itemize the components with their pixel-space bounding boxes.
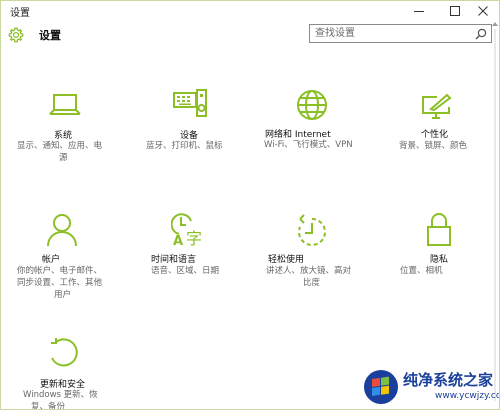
laptop-icon	[49, 94, 81, 115]
svg-text:A: A	[173, 234, 183, 247]
close-button[interactable]	[467, 1, 499, 21]
tile-network-desc: Wi-Fi、飞行模式、VPN	[264, 139, 353, 151]
tile-privacy-desc-line: 位置、相机	[400, 266, 443, 276]
refresh-icon	[51, 338, 78, 367]
scroll-track[interactable]	[494, 29, 496, 401]
tile-accounts-title: 帐户	[42, 255, 61, 265]
person-icon	[47, 214, 77, 247]
tile-update-security[interactable]: 更新和安全 Windows 更新、恢 复、备份	[23, 337, 135, 409]
tile-privacy-title: 隐私	[430, 255, 449, 265]
tile-network-desc-line: Wi-Fi、飞行模式、VPN	[264, 140, 353, 150]
search-input[interactable]	[310, 25, 475, 42]
clock-language-icon: A 字	[171, 213, 202, 247]
watermark-text: 纯净系统之家	[403, 371, 494, 389]
title-bar[interactable]: 设置	[1, 1, 499, 21]
tile-ease-of-access-desc-line: 讲述人、放大镜、高对	[266, 266, 352, 276]
tile-system-desc-line: 显示、通知、应用、电	[17, 141, 103, 151]
tile-system-desc-line: 源	[59, 153, 68, 163]
gear-icon	[8, 27, 24, 43]
paint-monitor-icon	[422, 93, 452, 119]
tile-network[interactable]: 网络和 Internet Wi-Fi、飞行模式、VPN	[264, 89, 376, 159]
tile-privacy[interactable]: 隐私 位置、相机	[400, 213, 499, 283]
lock-icon	[427, 213, 451, 246]
tile-devices[interactable]: 设备 蓝牙、打印机、鼠标	[146, 89, 258, 159]
timer-dashed-icon	[298, 214, 326, 246]
tile-personalization-desc-line: 背景、锁屏、颜色	[399, 141, 468, 151]
tile-time-language[interactable]: A 字 时间和语言 语音、区域、日期	[151, 213, 263, 283]
minimize-button[interactable]	[403, 1, 435, 21]
tile-personalization-desc: 背景、锁屏、颜色	[399, 140, 467, 152]
search-icon[interactable]	[475, 28, 487, 40]
windows-logo-icon	[364, 370, 398, 404]
tile-personalization[interactable]: 个性化 背景、锁屏、颜色	[399, 93, 499, 163]
tile-personalization-title: 个性化	[421, 130, 449, 140]
tile-accounts-desc-line: 同步设置、工作、其他	[17, 278, 103, 288]
tile-accounts-desc-line: 你的帐户、电子邮件、	[17, 266, 103, 276]
tile-time-language-title: 时间和语言	[151, 255, 197, 265]
svg-text:字: 字	[186, 229, 202, 247]
minimize-icon	[414, 11, 424, 12]
tile-ease-of-access[interactable]: 轻松使用 讲述人、放大镜、高对 比度	[266, 213, 378, 293]
search-box[interactable]	[309, 24, 492, 43]
tile-update-security-desc-line: 复、备份	[31, 402, 66, 410]
tile-system[interactable]: 系统 显示、通知、应用、电 源	[17, 91, 129, 171]
tile-ease-of-access-desc: 讲述人、放大镜、高对 比度	[266, 265, 351, 289]
maximize-icon	[450, 6, 460, 16]
globe-icon	[297, 90, 327, 120]
watermark: 纯净系统之家 www.ycwjzy.com	[361, 367, 499, 407]
tile-devices-desc: 蓝牙、打印机、鼠标	[146, 140, 223, 152]
tile-ease-of-access-title: 轻松使用	[268, 255, 305, 265]
chevron-up-icon[interactable]	[492, 22, 498, 26]
tile-system-desc: 显示、通知、应用、电 源	[17, 140, 102, 164]
tile-privacy-desc: 位置、相机	[400, 265, 443, 277]
scrollbar[interactable]	[491, 21, 499, 409]
page-title: 设置	[39, 29, 61, 42]
settings-window: 设置 设置 查找设置 系统 显示、通知、应用、电 源 设备 蓝牙、打印机、鼠标 …	[0, 0, 500, 410]
tile-time-language-desc-line: 语音、区域、日期	[151, 266, 220, 276]
tile-accounts-desc-line: 用户	[54, 290, 72, 300]
window-title: 设置	[10, 8, 30, 19]
tile-update-security-desc: Windows 更新、恢 复、备份	[23, 389, 98, 410]
tile-devices-desc-line: 蓝牙、打印机、鼠标	[146, 141, 223, 151]
keyboard-speaker-icon	[173, 89, 207, 117]
tile-ease-of-access-desc-line: 比度	[303, 278, 321, 288]
tile-time-language-desc: 语音、区域、日期	[151, 265, 219, 277]
tile-accounts-desc: 你的帐户、电子邮件、 同步设置、工作、其他 用户	[17, 265, 102, 301]
close-icon	[478, 6, 488, 16]
settings-header: 设置	[1, 21, 499, 51]
watermark-url: www.ycwjzy.com	[435, 391, 499, 401]
tile-accounts[interactable]: 帐户 你的帐户、电子邮件、 同步设置、工作、其他 用户	[17, 213, 129, 303]
tile-update-security-desc-line: Windows 更新、恢	[23, 390, 98, 400]
